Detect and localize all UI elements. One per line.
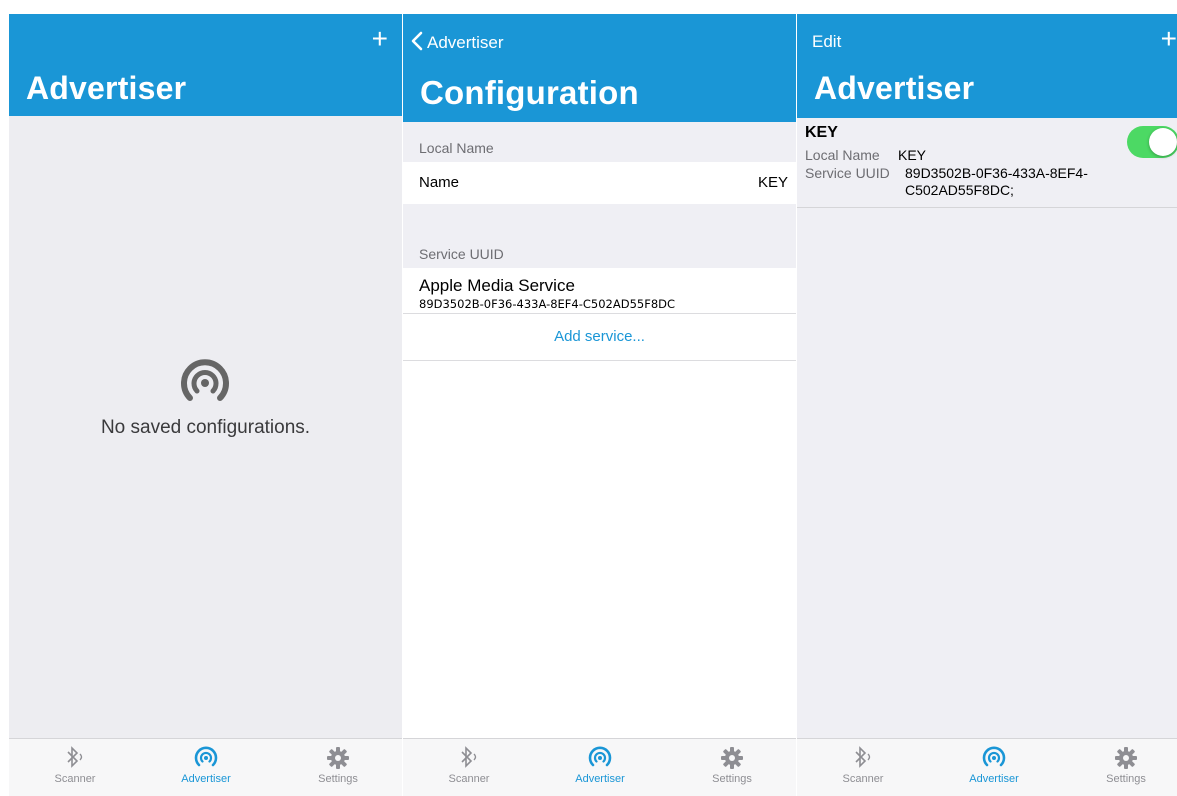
tab-scanner[interactable]: Scanner: [25, 739, 125, 785]
tab-label: Settings: [1106, 773, 1146, 785]
service-item[interactable]: Apple Media Service 89D3502B-0F36-433A-8…: [403, 268, 796, 313]
page-title: Advertiser: [26, 70, 187, 106]
local-name-key: Local Name: [805, 147, 880, 163]
tab-advertiser[interactable]: Advertiser: [156, 739, 256, 785]
broadcast-icon: [944, 745, 1044, 775]
bluetooth-icon: [813, 745, 913, 775]
advertiser-empty-screen: + Advertiser No saved configurations. Sc…: [9, 14, 402, 796]
bluetooth-icon: [25, 745, 125, 775]
service-list: Apple Media Service 89D3502B-0F36-433A-8…: [403, 268, 796, 360]
name-label: Name: [419, 174, 460, 191]
bluetooth-icon: [419, 745, 519, 775]
list-item[interactable]: KEY Local Name KEY Service UUID 89D3502B…: [797, 118, 1177, 208]
configuration-screen: Advertiser Configuration Local Name Name…: [403, 14, 796, 796]
service-uuid: 89D3502B-0F36-433A-8EF4-C502AD55F8DC: [419, 297, 676, 311]
tab-scanner[interactable]: Scanner: [813, 739, 913, 785]
back-button[interactable]: Advertiser: [411, 31, 504, 57]
tab-scanner[interactable]: Scanner: [419, 739, 519, 785]
tab-label: Advertiser: [181, 773, 231, 785]
broadcast-icon: [156, 745, 256, 775]
tab-label: Scanner: [54, 773, 96, 785]
add-configuration-button[interactable]: +: [372, 24, 388, 54]
service-uuid-key: Service UUID: [805, 165, 890, 181]
page-title: Configuration: [420, 74, 639, 111]
content-area: [403, 360, 796, 739]
gear-icon: [288, 745, 388, 775]
name-value: KEY: [757, 174, 788, 191]
tab-label: Settings: [318, 773, 358, 785]
tab-advertiser[interactable]: Advertiser: [550, 739, 650, 785]
add-service-button[interactable]: Add service...: [403, 314, 796, 360]
name-cell[interactable]: Name KEY: [403, 162, 796, 204]
tab-label: Scanner: [842, 773, 884, 785]
toggle-knob: [1149, 128, 1177, 156]
local-name-value: KEY: [898, 147, 927, 163]
gear-icon: [682, 745, 782, 775]
gear-icon: [1076, 745, 1176, 775]
tab-bar: Scanner Advertiser Settings: [797, 738, 1177, 796]
advertise-toggle[interactable]: [1127, 126, 1177, 158]
section-header-local-name: Local Name: [419, 140, 494, 156]
navigation-bar: Advertiser Configuration: [403, 14, 796, 122]
back-label: Advertiser: [427, 33, 504, 52]
tab-label: Advertiser: [969, 773, 1019, 785]
add-configuration-button[interactable]: +: [1161, 24, 1177, 54]
tab-bar: Scanner Advertiser Settings: [403, 738, 796, 796]
broadcast-icon: [177, 354, 233, 415]
empty-state-text: No saved configurations.: [100, 417, 311, 438]
navigation-bar: Edit + Advertiser: [797, 14, 1177, 118]
advertiser-list-screen: Edit + Advertiser KEY Local Name KEY Ser…: [797, 14, 1177, 796]
chevron-left-icon: [411, 31, 423, 57]
service-uuid-value-line2: C502AD55F8DC;: [905, 182, 1014, 198]
tab-settings[interactable]: Settings: [288, 739, 388, 785]
tab-label: Advertiser: [575, 773, 625, 785]
tab-label: Settings: [712, 773, 752, 785]
section-header-service-uuid: Service UUID: [419, 246, 504, 262]
edit-button[interactable]: Edit: [812, 31, 841, 53]
tab-settings[interactable]: Settings: [1076, 739, 1176, 785]
tab-settings[interactable]: Settings: [682, 739, 782, 785]
service-name: Apple Media Service: [419, 276, 575, 295]
service-uuid-value-line1: 89D3502B-0F36-433A-8EF4-: [905, 165, 1088, 181]
page-title: Advertiser: [814, 70, 975, 106]
tab-advertiser[interactable]: Advertiser: [944, 739, 1044, 785]
navigation-bar: + Advertiser: [9, 14, 402, 116]
item-title: KEY: [805, 124, 838, 141]
tab-bar: Scanner Advertiser Settings: [9, 738, 402, 796]
tab-label: Scanner: [448, 773, 490, 785]
broadcast-icon: [550, 745, 650, 775]
